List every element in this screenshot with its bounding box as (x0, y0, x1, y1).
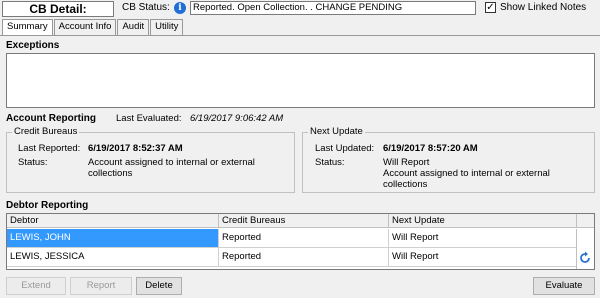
cb-status-text-value: Account assigned to internal or external… (88, 157, 255, 179)
last-evaluated-label: Last Evaluated: (116, 113, 182, 124)
cell-next-update[interactable]: Will Report (389, 229, 577, 248)
cell-credit-bureaus[interactable]: Reported (219, 248, 389, 267)
table-row[interactable]: LEWIS, JESSICA Reported Will Report (7, 248, 594, 267)
cb-status-field[interactable]: Reported. Open Collection. . CHANGE PEND… (190, 1, 476, 15)
cell-credit-bureaus[interactable]: Reported (219, 229, 389, 248)
exceptions-textbox[interactable] (6, 53, 595, 108)
tab-account-info[interactable]: Account Info (53, 19, 117, 35)
cb-status-label: CB Status: (122, 2, 170, 13)
column-header-next-update[interactable]: Next Update (389, 214, 577, 228)
show-linked-notes-label[interactable]: Show Linked Notes (500, 2, 586, 14)
debtor-reporting-grid: Debtor Credit Bureaus Next Update LEWIS,… (6, 213, 595, 270)
next-update-legend: Next Update (308, 126, 365, 137)
cb-status-text-label: Status: (18, 157, 48, 168)
column-header-credit-bureaus[interactable]: Credit Bureaus (219, 214, 389, 228)
grid-header: Debtor Credit Bureaus Next Update (7, 214, 594, 228)
tab-divider (0, 35, 600, 36)
debtor-reporting-title: Debtor Reporting (6, 200, 89, 211)
cell-debtor[interactable]: LEWIS, JOHN (7, 229, 219, 248)
last-updated-label: Last Updated: (315, 143, 375, 154)
show-linked-notes-checkbox[interactable]: ✓ (485, 2, 496, 13)
cell-next-update[interactable]: Will Report (389, 248, 577, 267)
column-header-debtor[interactable]: Debtor (7, 214, 219, 228)
tab-utility[interactable]: Utility (150, 19, 184, 35)
cb-detail-title: CB Detail: (2, 1, 114, 17)
extend-button[interactable]: Extend (6, 277, 66, 295)
tab-summary[interactable]: Summary (2, 19, 53, 36)
cell-debtor[interactable]: LEWIS, JESSICA (7, 248, 219, 267)
next-update-status-line1: Will Report (383, 157, 430, 168)
last-reported-value: 6/19/2017 8:52:37 AM (88, 143, 183, 154)
last-evaluated-value: 6/19/2017 9:06:42 AM (190, 113, 284, 124)
next-update-status-label: Status: (315, 157, 345, 168)
last-updated-value: 6/19/2017 8:57:20 AM (383, 143, 478, 154)
info-icon[interactable]: i (174, 2, 186, 14)
evaluate-button[interactable]: Evaluate (533, 277, 595, 295)
exceptions-title: Exceptions (6, 40, 60, 51)
delete-button[interactable]: Delete (136, 277, 182, 295)
table-row[interactable]: LEWIS, JOHN Reported Will Report (7, 229, 594, 248)
tab-bar: Summary Account Info Audit Utility (2, 19, 184, 36)
tab-audit[interactable]: Audit (117, 19, 150, 35)
credit-bureaus-legend: Credit Bureaus (12, 126, 80, 137)
last-reported-label: Last Reported: (18, 143, 81, 154)
refresh-icon[interactable] (577, 250, 593, 266)
next-update-status-line2: Account assigned to internal or external… (383, 168, 550, 190)
report-button[interactable]: Report (70, 277, 132, 295)
account-reporting-title: Account Reporting (6, 113, 96, 124)
